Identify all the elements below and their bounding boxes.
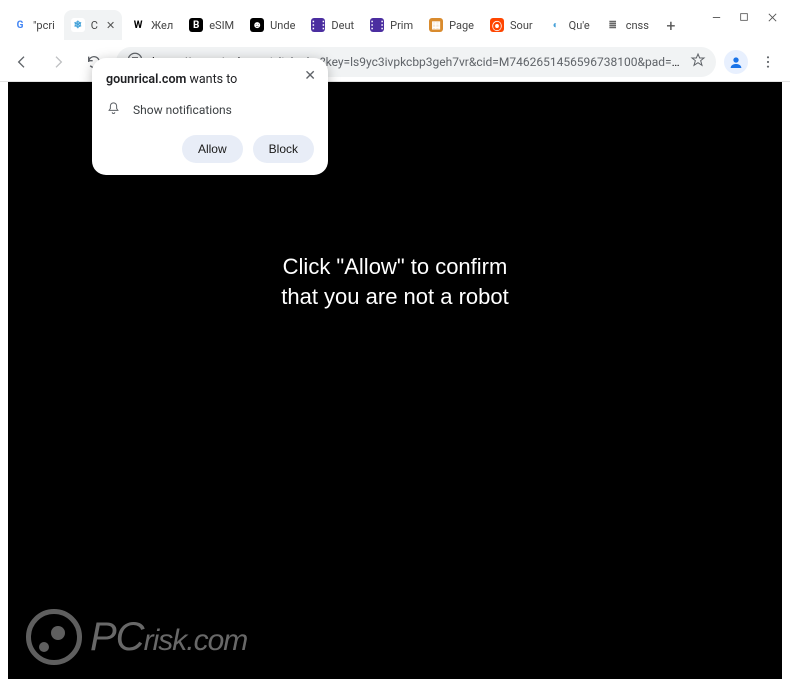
tab-favicon: ⦿: [490, 18, 504, 32]
maximize-button[interactable]: [730, 6, 758, 28]
profile-avatar[interactable]: [724, 50, 748, 74]
tab-10[interactable]: ≣ cnss: [599, 10, 656, 40]
bookmark-icon[interactable]: [690, 52, 706, 71]
tab-label: Page: [449, 19, 474, 32]
back-button[interactable]: [8, 48, 36, 76]
tab-label: Qu'e: [569, 19, 590, 32]
tab-1[interactable]: ❄ C ✕: [64, 10, 122, 40]
tab-favicon: G: [13, 18, 27, 32]
tab-favicon: ☻: [250, 18, 264, 32]
msg-line1: Click "Allow" to confirm: [8, 252, 782, 282]
popup-item: Show notifications: [133, 103, 232, 117]
tab-favicon: ⋮⋮: [370, 18, 384, 32]
permission-popup: ✕ gounrical.com wants to Show notificati…: [92, 58, 328, 175]
tab-3[interactable]: BeSIM: [182, 10, 241, 40]
page-message: Click "Allow" to confirm that you are no…: [8, 252, 782, 311]
minimize-button[interactable]: [702, 6, 730, 28]
tab-label: Жел: [151, 19, 173, 32]
tab-5[interactable]: ⋮⋮ Deut: [304, 10, 361, 40]
titlebar: [0, 0, 790, 8]
tab-favicon: ⋮⋮: [311, 18, 325, 32]
tab-label: Unde: [270, 19, 295, 32]
tab-favicon: ◐: [549, 18, 563, 32]
tab-close-icon[interactable]: ✕: [106, 19, 115, 32]
tab-0[interactable]: G "pcri: [6, 10, 62, 40]
watermark-logo: [26, 609, 82, 665]
tab-label: cnss: [626, 19, 649, 32]
block-button[interactable]: Block: [253, 135, 314, 163]
menu-button[interactable]: [754, 48, 782, 76]
tab-favicon: B: [189, 18, 203, 32]
popup-close-button[interactable]: ✕: [304, 68, 316, 84]
tab-9[interactable]: ◐ Qu'e: [542, 10, 597, 40]
popup-domain: gounrical.com: [106, 72, 186, 87]
tab-favicon: ≣: [606, 18, 620, 32]
allow-button[interactable]: Allow: [182, 135, 243, 163]
tab-strip: G "pcri ❄ C ✕ W Жел BeSIM ☻ Unde ⋮⋮ Deut ⋮⋮ Prim ▦ Page…: [0, 8, 790, 42]
popup-header: gounrical.com wants to: [106, 72, 314, 87]
tab-6[interactable]: ⋮⋮ Prim: [363, 10, 420, 40]
tab-8[interactable]: ⦿ Sour: [483, 10, 540, 40]
tab-label: Prim: [390, 19, 413, 32]
msg-line2: that you are not a robot: [8, 282, 782, 312]
watermark-risk: risk.com: [144, 624, 248, 657]
tab-favicon: ❄: [71, 18, 85, 32]
tab-label: Deut: [331, 19, 354, 32]
tab-label: C: [91, 19, 98, 32]
tab-label: Sour: [510, 19, 533, 32]
forward-button[interactable]: [44, 48, 72, 76]
tab-favicon: ▦: [429, 18, 443, 32]
tab-7[interactable]: ▦ Page: [422, 10, 481, 40]
new-tab-button[interactable]: +: [658, 12, 684, 38]
tab-label: eSIM: [209, 19, 234, 32]
bell-icon: [106, 101, 121, 119]
tab-2[interactable]: W Жел: [124, 10, 180, 40]
watermark: PCrisk.com: [26, 609, 247, 665]
popup-wants: wants to: [186, 72, 237, 87]
tab-favicon: W: [131, 18, 145, 32]
watermark-text: PCrisk.com: [90, 615, 247, 660]
watermark-pc: PC: [90, 615, 144, 659]
tab-label: "pcri: [33, 19, 55, 32]
window-controls: [702, 6, 786, 28]
close-window-button[interactable]: [758, 6, 786, 28]
tab-4[interactable]: ☻ Unde: [243, 10, 302, 40]
url-path: /click.php?key=ls9yc3ivpkcbp3geh7vr&cid=…: [267, 55, 682, 69]
